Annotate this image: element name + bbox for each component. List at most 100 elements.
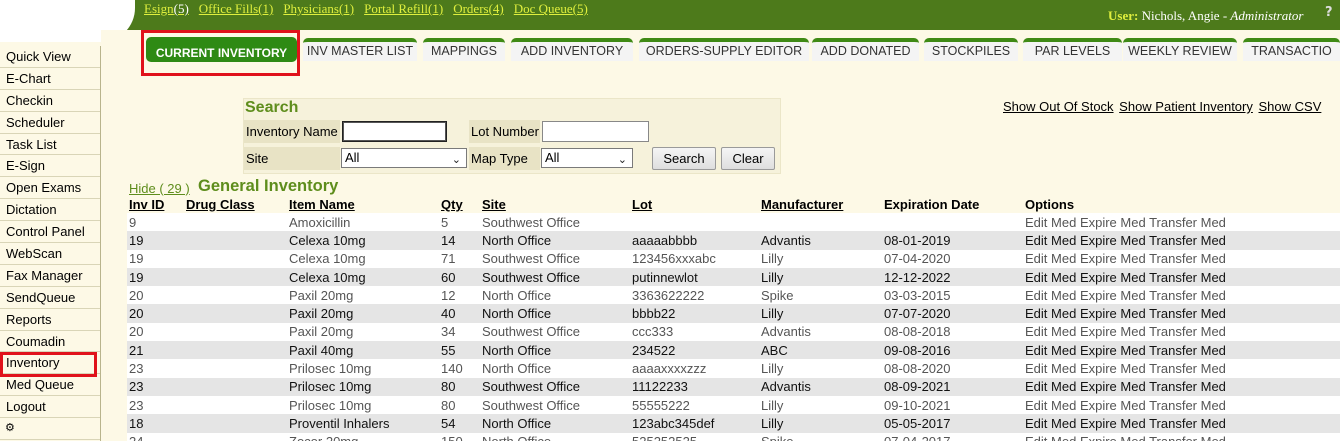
transfer-med-link[interactable]: Transfer Med: [1149, 233, 1226, 248]
sidebar-item-fax-manager[interactable]: Fax Manager: [0, 265, 100, 287]
transfer-med-link[interactable]: Transfer Med: [1149, 361, 1226, 376]
edit-med-link[interactable]: Edit Med: [1025, 215, 1076, 230]
cell-item-name: Paxil 20mg: [287, 304, 439, 323]
show-csv-link[interactable]: Show CSV: [1259, 99, 1322, 114]
tab-par-levels[interactable]: PAR LEVELS: [1023, 38, 1122, 61]
edit-med-link[interactable]: Edit Med: [1025, 288, 1076, 303]
tab-add-donated[interactable]: ADD DONATED: [812, 38, 919, 61]
table-row: 23 Prilosec 10mg 80 Southwest Office 5555522…: [127, 395, 1340, 415]
top-link-orders[interactable]: Orders(4): [453, 1, 504, 16]
sidebar-item-reports[interactable]: Reports: [0, 309, 100, 331]
edit-med-link[interactable]: Edit Med: [1025, 379, 1076, 394]
transfer-med-link[interactable]: Transfer Med: [1149, 398, 1226, 413]
edit-med-link[interactable]: Edit Med: [1025, 434, 1076, 441]
map-type-select[interactable]: All ⌄: [541, 148, 633, 168]
expire-med-link[interactable]: Expire Med: [1080, 398, 1146, 413]
tab-weekly-review[interactable]: WEEKLY REVIEW: [1123, 38, 1237, 61]
transfer-med-link[interactable]: Transfer Med: [1149, 324, 1226, 339]
sidebar-item-logout[interactable]: Logout: [0, 396, 100, 419]
show-patient-inventory-link[interactable]: Show Patient Inventory: [1119, 99, 1253, 114]
edit-med-link[interactable]: Edit Med: [1025, 361, 1076, 376]
expire-med-link[interactable]: Expire Med: [1080, 416, 1146, 431]
clear-button[interactable]: Clear: [721, 147, 775, 170]
expire-med-link[interactable]: Expire Med: [1080, 343, 1146, 358]
top-link-physicians[interactable]: Physicians(1): [283, 1, 354, 16]
top-link-label: Doc Queue: [513, 1, 573, 16]
sidebar-item-sendqueue[interactable]: SendQueue: [0, 287, 100, 309]
top-link-doc-queue[interactable]: Doc Queue(5): [514, 1, 588, 16]
edit-med-link[interactable]: Edit Med: [1025, 251, 1076, 266]
expire-med-link[interactable]: Expire Med: [1080, 251, 1146, 266]
edit-med-link[interactable]: Edit Med: [1025, 306, 1076, 321]
edit-med-link[interactable]: Edit Med: [1025, 324, 1076, 339]
edit-med-link[interactable]: Edit Med: [1025, 416, 1076, 431]
transfer-med-link[interactable]: Transfer Med: [1149, 434, 1226, 441]
sidebar-item-open-exams[interactable]: Open Exams: [0, 177, 100, 200]
column-header-drug-class[interactable]: Drug Class: [184, 196, 287, 213]
sidebar-item-webscan[interactable]: WebScan: [0, 243, 100, 265]
tab-mappings[interactable]: MAPPINGS: [423, 38, 505, 61]
sidebar-item-e-sign[interactable]: E-Sign: [0, 155, 100, 178]
expire-med-link[interactable]: Expire Med: [1080, 379, 1146, 394]
sidebar-item-control-panel[interactable]: Control Panel: [0, 221, 100, 244]
help-icon[interactable]: ?: [1325, 5, 1339, 21]
sidebar-item-coumadin[interactable]: Coumadin: [0, 331, 100, 353]
tab-inv-master-list[interactable]: INV MASTER LIST: [303, 38, 417, 61]
transfer-med-link[interactable]: Transfer Med: [1149, 306, 1226, 321]
cell-options: Edit Med Expire Med Transfer Med: [1023, 304, 1340, 323]
expire-med-link[interactable]: Expire Med: [1080, 324, 1146, 339]
cell-site: North Office: [480, 341, 630, 360]
tab-orders-supply-editor[interactable]: ORDERS-SUPPLY EDITOR: [639, 38, 809, 61]
transfer-med-link[interactable]: Transfer Med: [1149, 416, 1226, 431]
sidebar-item-task-list[interactable]: Task List: [0, 134, 100, 156]
sidebar-item-scheduler[interactable]: Scheduler: [0, 112, 100, 134]
column-header-inv-id[interactable]: Inv ID: [127, 196, 184, 213]
transfer-med-link[interactable]: Transfer Med: [1149, 251, 1226, 266]
transfer-med-link[interactable]: Transfer Med: [1149, 215, 1226, 230]
tab-transactio[interactable]: TRANSACTIO: [1243, 38, 1340, 61]
search-button[interactable]: Search: [652, 147, 716, 170]
cell-expiration-date: 12-12-2022: [882, 267, 1023, 287]
top-link-portal-refill[interactable]: Portal Refill(1): [364, 1, 443, 16]
top-link-office-fills[interactable]: Office Fills(1): [199, 1, 274, 16]
expire-med-link[interactable]: Expire Med: [1080, 306, 1146, 321]
column-header-qty[interactable]: Qty: [439, 196, 480, 213]
transfer-med-link[interactable]: Transfer Med: [1149, 288, 1226, 303]
edit-med-link[interactable]: Edit Med: [1025, 233, 1076, 248]
gear-icon[interactable]: ⚙: [0, 418, 100, 441]
inventory-name-input[interactable]: [342, 121, 447, 142]
column-header-lot[interactable]: Lot: [630, 196, 759, 213]
top-link-esign[interactable]: Esign(5): [144, 1, 189, 16]
edit-med-link[interactable]: Edit Med: [1025, 398, 1076, 413]
site-select[interactable]: All ⌄: [341, 148, 467, 168]
sidebar-item-dictation[interactable]: Dictation: [0, 199, 100, 222]
tab-stockpiles[interactable]: STOCKPILES: [924, 38, 1018, 61]
column-header-item-name[interactable]: Item Name: [287, 196, 439, 213]
top-link-label: Esign: [144, 1, 174, 16]
table-row: 21 Paxil 40mg 55 North Office 234522 ABC 09-08…: [127, 341, 1340, 360]
expire-med-link[interactable]: Expire Med: [1080, 288, 1146, 303]
sidebar-item-quick-view[interactable]: Quick View: [0, 46, 100, 68]
column-header-expiration-date: Expiration Date: [884, 197, 980, 212]
transfer-med-link[interactable]: Transfer Med: [1149, 379, 1226, 394]
cell-qty: 5: [439, 213, 480, 232]
expire-med-link[interactable]: Expire Med: [1080, 215, 1146, 230]
sidebar-item-checkin[interactable]: Checkin: [0, 90, 100, 112]
tab-add-inventory[interactable]: ADD INVENTORY: [511, 38, 633, 61]
transfer-med-link[interactable]: Transfer Med: [1149, 343, 1226, 358]
sidebar-item-e-chart[interactable]: E-Chart: [0, 68, 100, 90]
edit-med-link[interactable]: Edit Med: [1025, 343, 1076, 358]
expire-med-link[interactable]: Expire Med: [1080, 270, 1146, 285]
hide-inventory-link[interactable]: Hide ( 29 ): [129, 181, 190, 196]
show-out-of-stock-link[interactable]: Show Out Of Stock: [1003, 99, 1114, 114]
sidebar-item-med-queue[interactable]: Med Queue: [0, 374, 100, 397]
expire-med-link[interactable]: Expire Med: [1080, 233, 1146, 248]
transfer-med-link[interactable]: Transfer Med: [1149, 270, 1226, 285]
table-row: 20 Paxil 20mg 12 North Office 3363622222 Spik…: [127, 286, 1340, 305]
expire-med-link[interactable]: Expire Med: [1080, 361, 1146, 376]
lot-number-input[interactable]: [542, 121, 649, 142]
expire-med-link[interactable]: Expire Med: [1080, 434, 1146, 441]
column-header-manufacturer[interactable]: Manufacturer: [759, 196, 882, 213]
edit-med-link[interactable]: Edit Med: [1025, 270, 1076, 285]
column-header-site[interactable]: Site: [480, 196, 630, 213]
